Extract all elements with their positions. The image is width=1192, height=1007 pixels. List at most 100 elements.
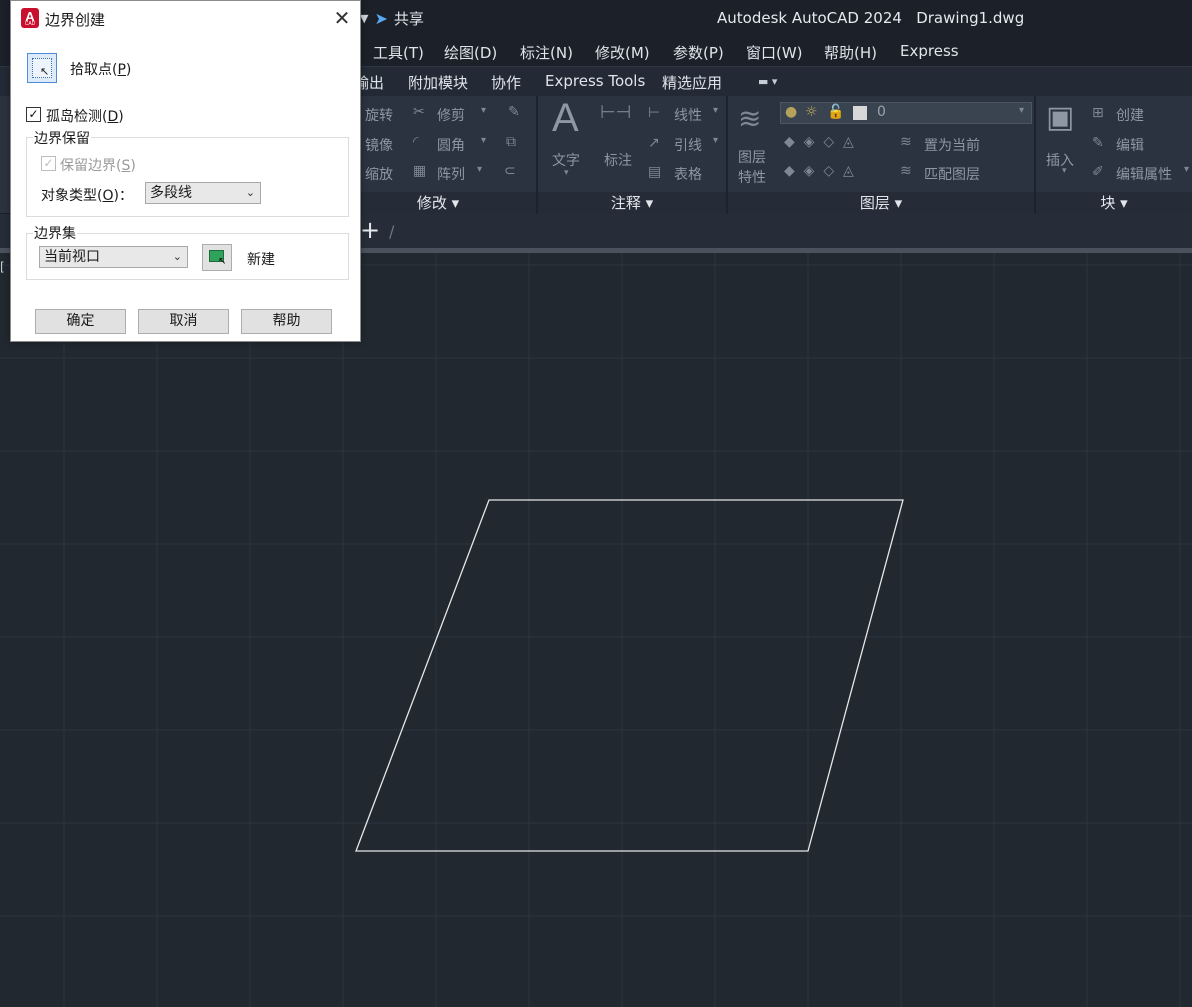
layer-tool-icons-row1[interactable]: ◆ ◈ ◇ ◬ [784,134,854,150]
insert-button[interactable]: ▣ 插入 ▾ [1042,100,1086,184]
text-dropdown-icon: ▾ [564,168,569,178]
fillet-icon: ◜ [413,134,419,150]
cursor-icon: ↖ [218,256,227,267]
current-layer-name: 0 [877,104,886,120]
trim-dropdown-icon[interactable]: ▾ [481,105,486,116]
text-icon: A [552,96,579,140]
menu-express[interactable]: Express [900,42,959,60]
tab-addins[interactable]: 附加模块 [408,72,468,93]
boundary-retention-legend: 边界保留 [33,128,91,148]
array-button[interactable]: 阵列 [437,164,465,184]
new-boundary-set-button[interactable]: ↖ [202,244,232,271]
layer-tool-icons-row2[interactable]: ◆ ◈ ◇ ◬ [784,163,854,179]
fillet-button[interactable]: 圆角 [437,135,465,155]
menu-modify[interactable]: 修改(M) [595,42,650,63]
island-detection-checkbox[interactable]: ✓ [26,107,41,122]
leader-dropdown-icon[interactable]: ▾ [713,135,718,146]
create-block-button[interactable]: 创建 [1116,105,1144,125]
array-dropdown-icon[interactable]: ▾ [477,164,482,175]
help-button[interactable]: 帮助 [241,309,332,334]
chevron-down-icon: ⌄ [172,250,182,263]
trim-button[interactable]: 修剪 [437,105,465,125]
panel-modify-title[interactable]: 修改 ▾ [340,192,536,214]
drawing-canvas[interactable] [0,253,1192,1007]
boundary-creation-dialog: A CAD 边界创建 ✕ ↖ 拾取点(P) ✓ 孤岛检测(D) 边界保留 ✓ 保留… [10,0,361,342]
new-drawing-tab-icon[interactable]: + [360,218,380,242]
menu-draw[interactable]: 绘图(D) [444,42,497,63]
panel-layers-title[interactable]: 图层 ▾ [728,192,1034,214]
layer-color-swatch [853,106,867,120]
insert-icon: ▣ [1046,100,1075,135]
match-layer-button[interactable]: 匹配图层 [924,164,980,184]
menu-tools[interactable]: 工具(T) [373,42,424,63]
set-current-icon: ≋ [900,134,912,150]
dimension-icon: ⊢⊣ [600,102,632,123]
table-button[interactable]: 表格 [674,164,702,184]
cursor-icon: ↖ [40,65,50,78]
menu-help[interactable]: 帮助(H) [824,42,877,63]
object-type-select[interactable]: 多段线 ⌄ [145,182,261,204]
new-boundary-set-label: 新建 [247,252,275,268]
linear-button[interactable]: 线性 [674,105,702,125]
panel-annotation: A 文字 ▾ ⊢⊣ 标注 ⊢ 线性 ▾ ↗ 引线 ▾ ▤ 表格 注释 ▾ [538,96,726,214]
erase-icon[interactable]: ✎ [508,104,520,120]
menu-parametric[interactable]: 参数(P) [673,42,724,63]
panel-block: ▣ 插入 ▾ ⊞ 创建 ✎ 编辑 ✐ 编辑属性 ▾ 块 ▾ [1036,96,1192,214]
dimension-button[interactable]: ⊢⊣ 标注 [598,102,642,172]
edit-attribute-button[interactable]: 编辑属性 [1116,164,1172,184]
layer-properties-button[interactable]: ≋ 图层 特性 [734,102,780,186]
boundary-set-legend: 边界集 [33,223,77,243]
viewport-controls-icon[interactable]: [ [0,260,5,274]
drawing-grid [0,253,1192,1007]
ok-button[interactable]: 确定 [35,309,126,334]
rotate-button[interactable]: 旋转 [365,105,393,125]
insert-label: 插入 [1046,153,1074,169]
copy-icon[interactable]: ⧉ [506,134,516,150]
insert-dropdown-icon: ▾ [1062,166,1067,176]
close-icon[interactable]: ✕ [329,5,355,31]
boundary-set-select[interactable]: 当前视口 ⌄ [39,246,188,268]
edit-attribute-dropdown-icon[interactable]: ▾ [1184,164,1189,175]
island-detection-label[interactable]: 孤岛检测(D) [46,106,124,126]
layer-dropdown[interactable]: ● ☼ 🔓 0 ▾ [780,102,1032,124]
app-name: Autodesk AutoCAD 2024 [717,9,902,27]
fillet-dropdown-icon[interactable]: ▾ [481,135,486,146]
pick-points-button[interactable]: ↖ [27,53,57,83]
array-icon: ▦ [413,163,427,179]
ribbon-display-toggle-icon[interactable]: ▬ ▾ [758,75,777,88]
tab-collaborate[interactable]: 协作 [491,72,521,93]
share-button[interactable]: ▼ ➤ 共享 [360,8,424,29]
retain-boundaries-checkbox[interactable]: ✓ [41,156,56,171]
boundary-retention-group [26,137,349,217]
retain-boundaries-label: 保留边界(S) [60,158,136,174]
edit-block-icon: ✎ [1092,135,1104,151]
tab-featured-apps[interactable]: 精选应用 [662,72,722,93]
cancel-button[interactable]: 取消 [138,309,229,334]
edit-block-button[interactable]: 编辑 [1116,135,1144,155]
pick-points-label: 拾取点(P) [70,62,132,78]
layer-stack-icon: ≋ [738,102,762,135]
panel-modify: 旋转 ✂ 修剪 ▾ ✎ 镜像 ◜ 圆角 ▾ ⧉ 缩放 ▦ 阵列 ▾ ⊂ 修改 ▾ [340,96,536,214]
mirror-button[interactable]: 镜像 [365,135,393,155]
scale-button[interactable]: 缩放 [365,164,393,184]
text-button[interactable]: A 文字 ▾ [550,96,586,180]
offset-icon[interactable]: ⊂ [504,163,516,179]
menu-dimension[interactable]: 标注(N) [520,42,573,63]
trim-icon: ✂ [413,104,425,120]
parallelogram-shape[interactable] [355,499,904,852]
canvas-svg [0,253,1192,1007]
linear-dropdown-icon[interactable]: ▾ [713,105,718,116]
set-current-button[interactable]: 置为当前 [924,135,980,155]
object-type-value: 多段线 [150,185,192,201]
menu-window[interactable]: 窗口(W) [746,42,803,63]
tab-express-tools[interactable]: Express Tools [545,72,645,90]
dialog-title-bar[interactable]: A CAD 边界创建 ✕ [11,1,360,35]
panel-block-title[interactable]: 块 ▾ [1036,192,1192,214]
leader-button[interactable]: 引线 [674,135,702,155]
layer-lock-icon: 🔓 [827,104,845,120]
dimension-label: 标注 [604,153,632,169]
panel-annotation-title[interactable]: 注释 ▾ [538,192,726,214]
document-name: Drawing1.dwg [916,9,1025,27]
tab-divider: / [389,222,395,241]
qat-dropdown-icon[interactable]: ▼ [360,12,368,25]
